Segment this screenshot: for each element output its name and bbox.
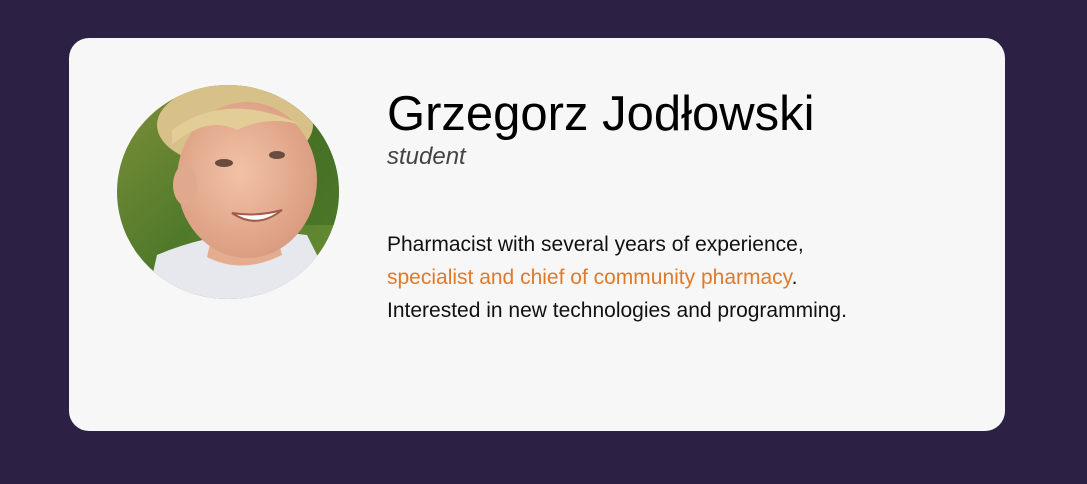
bio-line-1: Pharmacist with several years of experie… [387, 233, 804, 256]
profile-photo [117, 85, 339, 299]
profile-card: Grzegorz Jodłowski student Pharmacist wi… [69, 38, 1005, 431]
profile-bio: Pharmacist with several years of experie… [387, 228, 987, 327]
bio-highlight: specialist and chief of community pharma… [387, 266, 792, 289]
bio-line-2: specialist and chief of community pharma… [387, 261, 987, 294]
bio-line-3: Interested in new technologies and progr… [387, 299, 847, 322]
profile-info: Grzegorz Jodłowski student [387, 87, 987, 170]
bio-highlight-suffix: . [791, 266, 798, 289]
profile-name: Grzegorz Jodłowski [387, 87, 815, 141]
avatar [117, 85, 339, 299]
profile-role: student [387, 142, 466, 170]
